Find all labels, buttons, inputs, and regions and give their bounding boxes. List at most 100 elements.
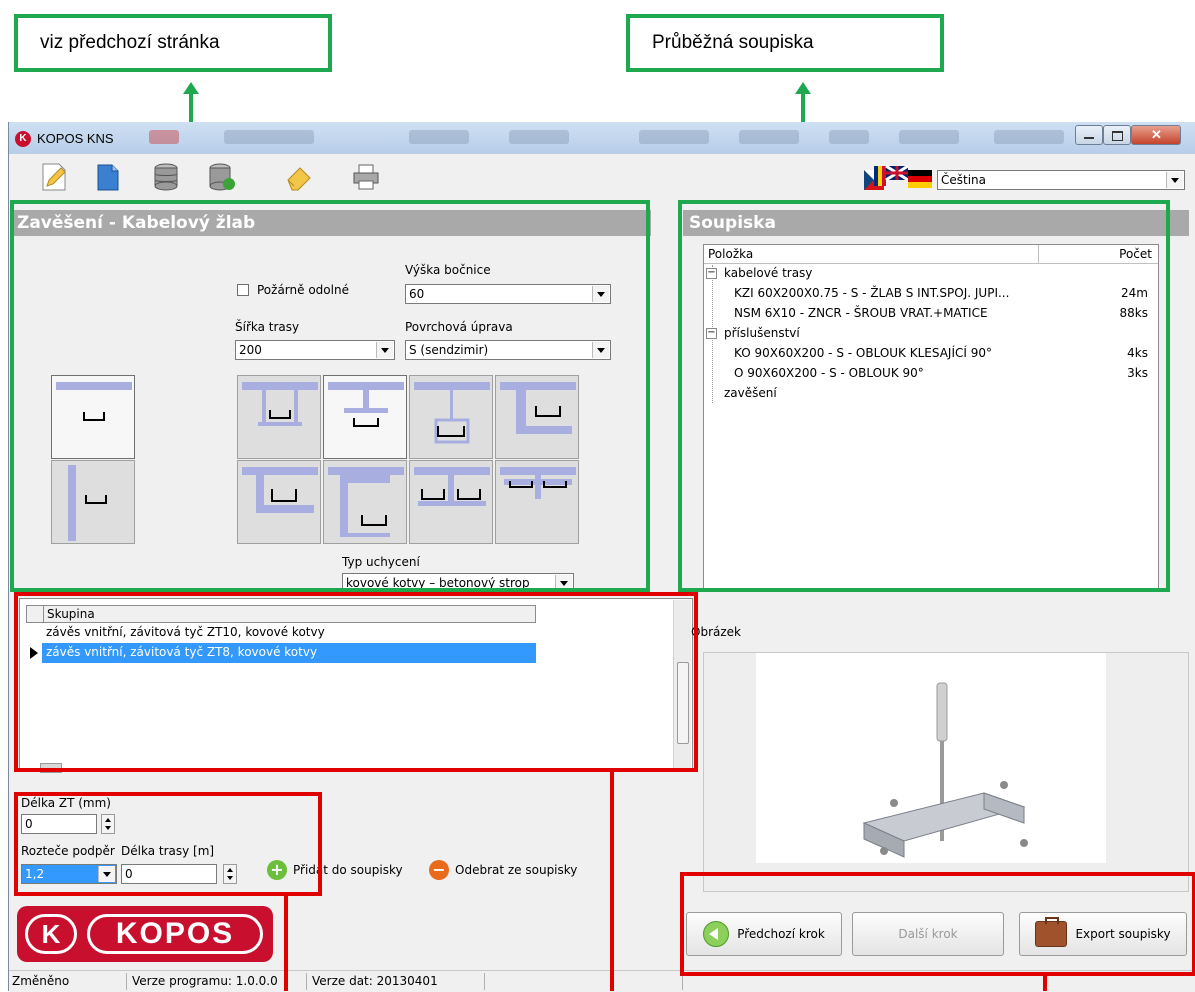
hanger-type-tile-1[interactable]: [237, 375, 321, 459]
ceiling-mount-icon: [56, 382, 132, 421]
image-label: Obrázek: [691, 625, 741, 639]
tree-item-count: 3ks: [1127, 366, 1148, 380]
route-length-value: 0: [125, 867, 133, 881]
route-width-label: Šířka trasy: [235, 320, 300, 334]
mount-type-select[interactable]: kovové kotvy – betonový strop: [342, 573, 574, 593]
add-to-list-label: Přidat do soupisky: [293, 863, 403, 877]
close-button[interactable]: ✕: [1131, 125, 1181, 145]
window-title: KOPOS KNS: [37, 131, 114, 146]
tree-node-label: kabelové trasy: [724, 266, 813, 280]
tree-node-label: zavěšení: [724, 386, 777, 400]
add-to-list-button[interactable]: + Přidat do soupisky: [267, 860, 403, 880]
chevron-down-icon: [592, 342, 609, 358]
route-length-input[interactable]: 0: [121, 864, 217, 884]
chevron-down-icon: [376, 342, 393, 358]
title-bar: K KOPOS KNS ✕: [9, 122, 1195, 154]
double-bracket-hanger-icon: [500, 467, 576, 499]
maximize-button[interactable]: [1103, 125, 1131, 145]
chevron-down-icon: [555, 575, 572, 591]
previous-step-button[interactable]: Předchozí krok: [686, 912, 842, 956]
hanger-type-tile-4[interactable]: [495, 375, 579, 459]
arrow-left-icon: [703, 921, 730, 947]
remove-from-list-label: Odebrat ze soupisky: [455, 863, 578, 877]
tree-node-label: příslušenství: [724, 326, 800, 340]
bracket-hanger-icon: [500, 382, 576, 434]
status-empty: [487, 973, 683, 990]
table-row-selected[interactable]: závěs vnitřní, závitová tyč ZT8, kovové …: [26, 643, 536, 663]
route-width-select[interactable]: 200: [235, 340, 395, 360]
table-row[interactable]: závěs vnitřní, závitová tyč ZT10, kovové…: [26, 623, 536, 644]
rod-length-input[interactable]: 0: [21, 814, 97, 834]
tree-item[interactable]: NSM 6X10 - ZNCR - ŠROUB VRAT.+MATICE 88k…: [706, 305, 1156, 325]
tree-item[interactable]: KO 90X60X200 - S - OBLOUK KLESAJÍCÍ 90° …: [706, 345, 1156, 365]
grid-horizontal-scroll-thumb[interactable]: [40, 763, 62, 773]
language-select[interactable]: Čeština: [937, 170, 1185, 190]
scrollbar-thumb[interactable]: [677, 662, 689, 744]
status-program-version: Verze programu: 1.0.0.0: [129, 973, 307, 990]
left-section-header: Zavěšení - Kabelový žlab: [11, 210, 651, 236]
tree-node-cable-routes[interactable]: − kabelové trasy: [706, 265, 1156, 285]
blurred-taskbar-item: [994, 130, 1064, 144]
support-spacing-select[interactable]: 1,2: [21, 864, 117, 884]
tree-node-suspension[interactable]: zavěšení: [706, 385, 1156, 405]
database-update-icon[interactable]: [207, 162, 237, 192]
minimize-button[interactable]: [1075, 125, 1103, 145]
product-image-frame: [703, 652, 1189, 892]
c-profile-hanger-icon: [328, 467, 404, 537]
hanger-type-tile-2[interactable]: [323, 375, 407, 459]
database-icon[interactable]: [151, 162, 181, 192]
chevron-down-icon: [1166, 172, 1183, 188]
status-state: Změněno: [9, 973, 127, 990]
group-row-label: závěs vnitřní, závitová tyč ZT8, kovové …: [46, 645, 318, 659]
rod-length-stepper[interactable]: [101, 814, 115, 834]
fire-resistant-checkbox[interactable]: [237, 284, 249, 296]
language-select-value: Čeština: [941, 173, 987, 187]
tree-item[interactable]: KZI 60X200X0.75 - S - ŽLAB S INT.SPOJ. J…: [706, 285, 1156, 305]
printer-icon[interactable]: [351, 162, 381, 192]
route-length-stepper[interactable]: [223, 864, 237, 884]
route-length-label: Délka trasy [m]: [121, 844, 215, 858]
hanger-type-tile-8[interactable]: [495, 460, 579, 544]
rod-length-value: 0: [25, 817, 33, 831]
collapse-icon[interactable]: −: [706, 268, 717, 279]
status-data-version: Verze dat: 20130401: [309, 973, 485, 990]
minimize-icon: [1084, 137, 1094, 139]
blurred-taskbar-item: [739, 130, 799, 144]
eraser-icon[interactable]: [284, 162, 314, 192]
collapse-icon[interactable]: −: [706, 328, 717, 339]
callout-running-list: Průběžná soupiska: [626, 14, 944, 72]
remove-from-list-button[interactable]: − Odebrat ze soupisky: [429, 860, 577, 880]
annotation-nav-line: [1043, 976, 1047, 991]
rod-length-label: Délka ZT (mm): [21, 796, 111, 810]
blurred-taskbar-item: [899, 130, 959, 144]
hanger-type-tile-7[interactable]: [409, 460, 493, 544]
briefcase-icon: [1035, 917, 1068, 947]
callout-previous-page: viz předchozí stránka: [14, 14, 332, 72]
grid-vertical-scrollbar[interactable]: [673, 600, 691, 770]
ceiling-orientation-tile[interactable]: [51, 375, 135, 459]
edit-icon[interactable]: [39, 162, 69, 192]
chevron-down-icon: [592, 286, 609, 302]
side-height-value: 60: [409, 287, 425, 301]
side-height-select[interactable]: 60: [405, 284, 611, 304]
hanger-type-tile-6[interactable]: [323, 460, 407, 544]
blurred-taskbar-item: [509, 130, 569, 144]
export-list-button[interactable]: Export soupisky: [1019, 912, 1187, 956]
support-spacing-value: 1,2: [25, 867, 45, 881]
next-step-button[interactable]: Další krok: [852, 912, 1004, 956]
surface-finish-select[interactable]: S (sendzimir): [405, 340, 611, 360]
tree-item-label: O 90X60X200 - S - OBLOUK 90°: [734, 366, 924, 380]
tree-item-count: 88ks: [1119, 306, 1148, 320]
tree-item[interactable]: O 90X60X200 - S - OBLOUK 90° 3ks: [706, 365, 1156, 385]
hanger-type-tile-3[interactable]: [409, 375, 493, 459]
center-hanger-icon: [328, 382, 404, 427]
wall-orientation-tile[interactable]: [51, 460, 135, 544]
hanger-type-tile-5[interactable]: [237, 460, 321, 544]
maximize-icon: [1112, 131, 1123, 141]
new-document-icon[interactable]: [93, 162, 123, 192]
kopos-logo: K KOPOS: [17, 906, 273, 962]
add-icon: +: [267, 860, 287, 880]
group-row-label: závěs vnitřní, závitová tyč ZT10, kovové…: [46, 625, 325, 639]
kopos-app-icon: K: [15, 131, 31, 147]
tree-node-accessories[interactable]: − příslušenství: [706, 325, 1156, 345]
